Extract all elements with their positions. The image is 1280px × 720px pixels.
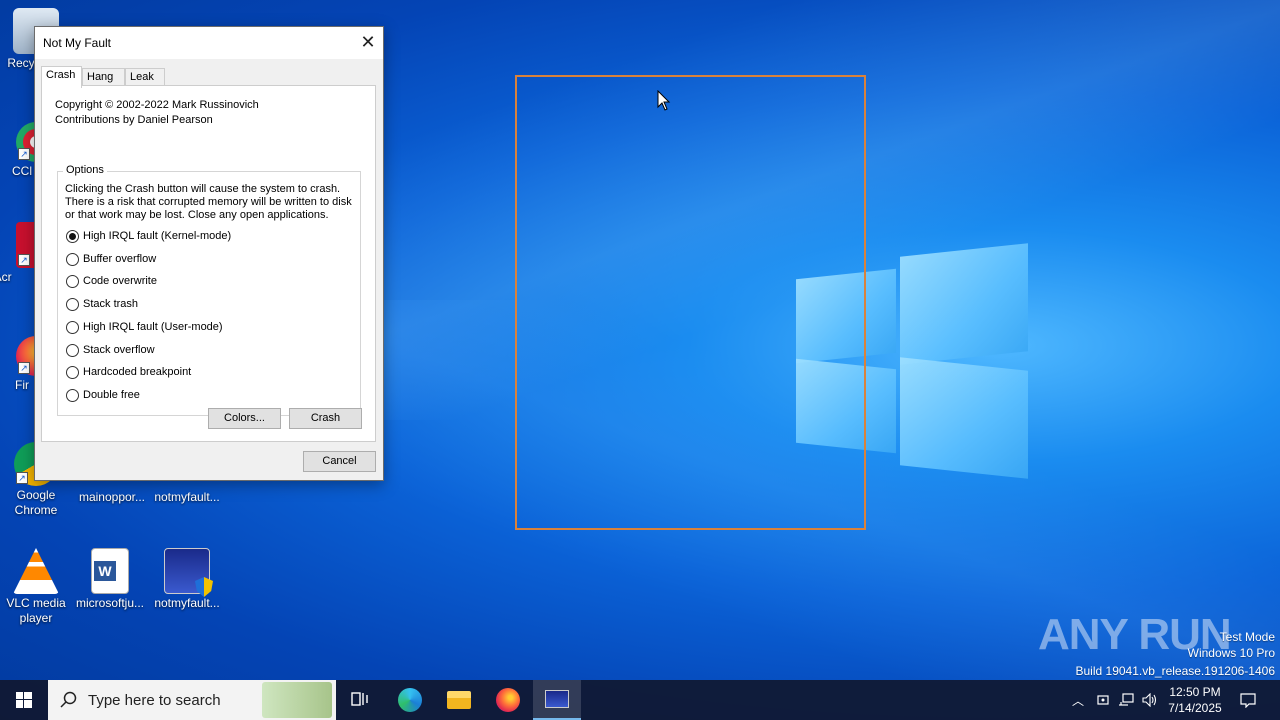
taskbar-edge[interactable] xyxy=(386,680,434,720)
radio-stack-overflow[interactable]: Stack overflow xyxy=(66,342,155,358)
copyright-text: Copyright © 2002-2022 Mark Russinovich xyxy=(55,99,259,111)
dialog-title: Not My Fault xyxy=(43,36,112,50)
colors-button[interactable]: Colors... xyxy=(208,408,281,429)
word-document-icon: W xyxy=(91,548,129,594)
firefox-icon xyxy=(496,688,520,712)
selection-rectangle xyxy=(515,75,866,530)
radio-button[interactable] xyxy=(66,229,79,243)
radio-button[interactable] xyxy=(66,365,79,379)
radio-button[interactable] xyxy=(66,297,79,311)
notmyfault-shield-icon xyxy=(164,548,213,597)
tray-volume[interactable] xyxy=(1140,680,1160,720)
device-icon xyxy=(1097,695,1109,705)
task-view-icon xyxy=(351,692,368,706)
taskbar-firefox[interactable] xyxy=(484,680,532,720)
radio-high-irql-user[interactable]: High IRQL fault (User-mode) xyxy=(66,319,223,335)
desktop-icon-vlc[interactable]: VLC media player xyxy=(0,548,72,626)
desktop-icon-notmyfault-2[interactable]: notmyfault... xyxy=(151,548,223,611)
close-icon[interactable]: ✕ xyxy=(353,27,383,57)
start-button[interactable] xyxy=(0,680,48,720)
windows-edition-text: Windows 10 Pro xyxy=(1187,646,1275,660)
edge-icon xyxy=(398,688,422,712)
radio-hardcoded-breakpoint[interactable]: Hardcoded breakpoint xyxy=(66,364,191,380)
contributions-text: Contributions by Daniel Pearson xyxy=(55,114,213,126)
taskbar: Type here to search ︿ 12:50 PM 7/14/2025 xyxy=(0,680,1280,720)
shortcut-arrow-icon: ↗ xyxy=(18,254,30,266)
cancel-button[interactable]: Cancel xyxy=(303,451,376,472)
test-mode-text: Test Mode xyxy=(1219,630,1275,644)
options-description: Clicking the Crash button will cause the… xyxy=(65,183,352,221)
dialog-titlebar[interactable]: Not My Fault ✕ xyxy=(35,27,383,59)
taskbar-search-box[interactable]: Type here to search xyxy=(48,680,336,720)
options-legend: Options xyxy=(63,164,107,176)
action-center-button[interactable] xyxy=(1234,680,1262,720)
search-placeholder: Type here to search xyxy=(88,692,221,709)
taskbar-notmyfault[interactable] xyxy=(533,680,581,720)
desktop-icon-microsoft-word-doc[interactable]: W microsoftju... xyxy=(74,548,146,611)
radio-buffer-overflow[interactable]: Buffer overflow xyxy=(66,251,156,267)
radio-button[interactable] xyxy=(66,388,79,402)
radio-stack-trash[interactable]: Stack trash xyxy=(66,296,138,312)
network-icon xyxy=(1119,693,1134,706)
search-icon xyxy=(60,691,77,708)
clock-date: 7/14/2025 xyxy=(1168,701,1222,715)
mouse-cursor-icon xyxy=(657,90,671,111)
tray-device-icon[interactable] xyxy=(1094,680,1112,720)
notmyfault-icon xyxy=(545,690,569,708)
search-highlight-image xyxy=(262,682,332,718)
options-groupbox: Options Clicking the Crash button will c… xyxy=(57,164,361,416)
notmyfault-dialog: Not My Fault ✕ Crash Hang Leak Copyright… xyxy=(34,26,384,481)
windows-start-icon xyxy=(16,692,32,708)
radio-double-free[interactable]: Double free xyxy=(66,387,140,403)
chevron-up-icon: ︿ xyxy=(1071,693,1084,708)
notifications-icon xyxy=(1240,693,1256,708)
tab-crash[interactable]: Crash xyxy=(41,66,82,88)
shortcut-arrow-icon: ↗ xyxy=(18,148,30,160)
shortcut-arrow-icon: ↗ xyxy=(18,362,30,374)
tray-network[interactable] xyxy=(1116,680,1136,720)
radio-button[interactable] xyxy=(66,320,79,334)
crash-tab-panel: Copyright © 2002-2022 Mark Russinovich C… xyxy=(41,85,376,442)
taskbar-clock[interactable]: 12:50 PM 7/14/2025 xyxy=(1160,684,1230,716)
radio-code-overwrite[interactable]: Code overwrite xyxy=(66,273,157,289)
build-text: Build 19041.vb_release.191206-1406 xyxy=(1075,664,1276,678)
task-view-button[interactable] xyxy=(336,680,384,720)
radio-button[interactable] xyxy=(66,274,79,288)
clock-time: 12:50 PM xyxy=(1169,685,1221,699)
radio-button[interactable] xyxy=(66,252,79,266)
crash-button[interactable]: Crash xyxy=(289,408,362,429)
show-hidden-icons[interactable]: ︿ xyxy=(1068,680,1088,720)
radio-high-irql-kernel[interactable]: High IRQL fault (Kernel-mode) xyxy=(66,228,231,244)
file-explorer-icon xyxy=(447,691,471,709)
vlc-icon xyxy=(13,548,59,594)
taskbar-file-explorer[interactable] xyxy=(435,680,483,720)
radio-button[interactable] xyxy=(66,343,79,357)
shortcut-arrow-icon: ↗ xyxy=(16,472,28,484)
volume-icon xyxy=(1142,693,1157,707)
